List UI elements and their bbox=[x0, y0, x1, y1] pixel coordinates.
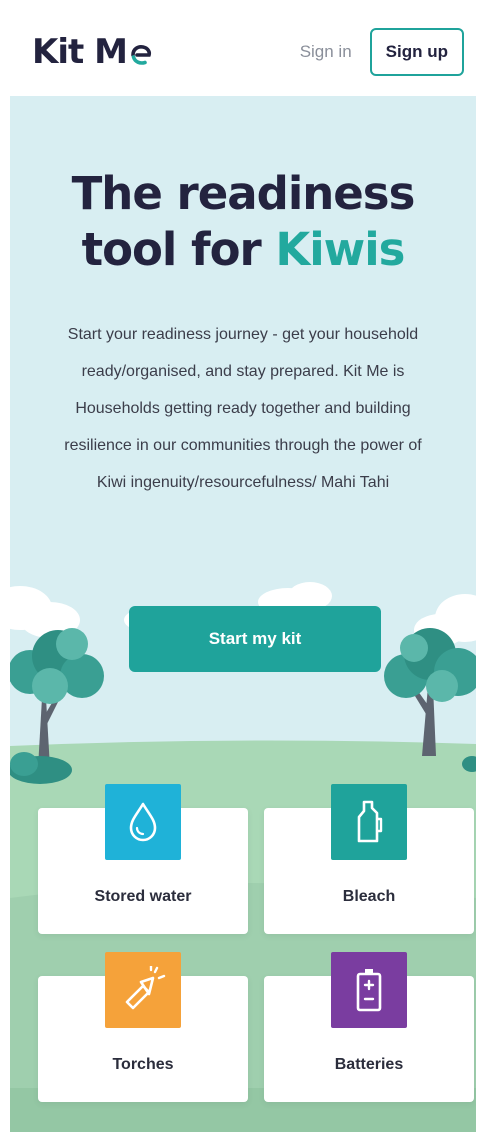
card-label: Bleach bbox=[342, 888, 396, 905]
app-frame: Kit M Sign in Sign up The readiness tool… bbox=[10, 8, 476, 1132]
hero-title-line1: The readiness bbox=[71, 167, 416, 220]
start-my-kit-button[interactable]: Start my kit bbox=[129, 606, 381, 672]
hero-title-accent: Kiwis bbox=[275, 223, 405, 276]
logo-text: Kit M bbox=[32, 32, 128, 72]
sign-in-link[interactable]: Sign in bbox=[296, 34, 356, 70]
hero-description: Start your readiness journey - get your … bbox=[64, 326, 422, 491]
water-drop-icon bbox=[105, 784, 181, 860]
kit-me-logo[interactable]: Kit M bbox=[32, 32, 153, 72]
bleach-bottle-icon bbox=[331, 784, 407, 860]
hero-title-line2: tool for bbox=[81, 223, 276, 276]
top-nav: Kit M Sign in Sign up bbox=[10, 8, 476, 96]
card-label: Batteries bbox=[334, 1056, 404, 1073]
battery-icon bbox=[331, 952, 407, 1028]
card-label: Stored water bbox=[94, 888, 192, 905]
hero-title: The readiness tool for Kiwis bbox=[10, 166, 476, 278]
card-label: Torches bbox=[112, 1056, 174, 1073]
auth-links: Sign in Sign up bbox=[296, 28, 464, 76]
sign-up-button[interactable]: Sign up bbox=[369, 28, 464, 76]
logo-e-swoosh-icon bbox=[131, 45, 151, 65]
torch-icon bbox=[105, 952, 181, 1028]
